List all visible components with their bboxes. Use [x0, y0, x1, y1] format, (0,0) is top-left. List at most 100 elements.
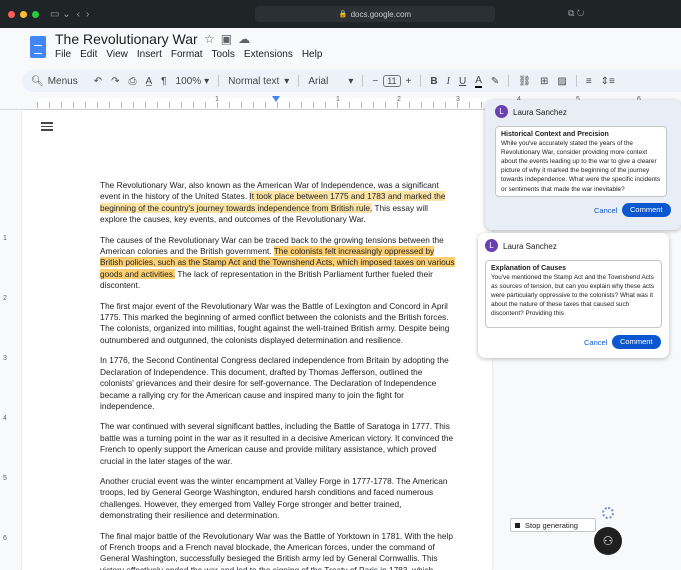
- paragraph: The Revolutionary War, also known as the…: [100, 180, 456, 226]
- menu-help[interactable]: Help: [302, 49, 323, 60]
- paint-format-icon[interactable]: ¶: [161, 76, 166, 87]
- search-menus-label[interactable]: Menus: [48, 76, 78, 87]
- chevron-down-icon: ▾: [284, 75, 290, 87]
- menu-insert[interactable]: Insert: [137, 49, 162, 60]
- assistant-button[interactable]: ⚇: [594, 527, 622, 555]
- paragraph: The first major event of the Revolutiona…: [100, 300, 450, 345]
- address-bar[interactable]: 🔒 docs.google.com: [255, 6, 495, 22]
- comment-body: While you've accurately stated the years…: [501, 140, 661, 193]
- paragraph: Another crucial event was the winter enc…: [100, 475, 448, 521]
- ruler-ticks: [37, 102, 492, 108]
- formatting-toolbar: 🔍︎ Menus ↶ ↷ ⎙ A̲ ¶ 100% ▾ Normal text ▾…: [22, 70, 681, 92]
- back-icon[interactable]: ‹: [77, 9, 80, 20]
- url-text: docs.google.com: [350, 9, 412, 19]
- vruler-number: 5: [3, 475, 7, 482]
- cancel-button[interactable]: Cancel: [594, 206, 617, 215]
- font-select[interactable]: Arial: [308, 76, 328, 87]
- maximize-window-button[interactable]: [32, 10, 39, 18]
- vruler-number: 1: [3, 235, 7, 242]
- cloud-saved-icon[interactable]: ☁: [238, 32, 256, 46]
- increase-font-size-icon[interactable]: +: [406, 76, 412, 87]
- menu-view[interactable]: View: [106, 49, 128, 60]
- indent-marker[interactable]: [272, 96, 280, 102]
- decrease-font-size-icon[interactable]: −: [372, 76, 378, 87]
- vruler-number: 2: [3, 295, 7, 302]
- comment-button[interactable]: Comment: [612, 335, 661, 349]
- lock-icon: 🔒: [338, 11, 348, 18]
- document-body[interactable]: The Revolutionary War, also known as the…: [100, 180, 456, 570]
- paragraph: The war continued with several significa…: [100, 421, 454, 466]
- ruler-number: 1: [215, 96, 219, 103]
- vruler-number: 6: [3, 535, 7, 542]
- comment-card[interactable]: L Laura Sanchez Historical Context and P…: [485, 100, 681, 230]
- vertical-ruler[interactable]: 1 2 3 4 5 6: [0, 110, 14, 570]
- comment-card[interactable]: L Laura Sanchez Explanation of Causes Yo…: [478, 233, 669, 358]
- toolbar-divider: [218, 75, 220, 87]
- chevron-down-icon: ▾: [348, 75, 354, 87]
- comment-author: Laura Sanchez: [513, 108, 567, 117]
- chevron-down-icon: ▾: [204, 75, 210, 87]
- toolbar-divider: [575, 75, 577, 87]
- docs-header: The Revolutionary War ☆▣☁ File Edit View…: [0, 28, 681, 70]
- toolbar-divider: [362, 75, 364, 87]
- spellcheck-icon[interactable]: A̲: [146, 76, 153, 87]
- paragraph-style-select[interactable]: Normal text: [228, 76, 279, 87]
- italic-button[interactable]: I: [447, 76, 450, 87]
- reload-icon[interactable]: ⧉ ↻: [568, 8, 585, 19]
- comment-text-field[interactable]: Explanation of Causes You've mentioned t…: [485, 260, 662, 328]
- link-icon[interactable]: ⛓︎: [518, 76, 531, 87]
- move-folder-icon[interactable]: ▣: [221, 32, 238, 46]
- docs-logo-icon[interactable]: [30, 36, 46, 58]
- redo-icon[interactable]: ↷: [111, 76, 119, 87]
- text-color-button[interactable]: A: [475, 75, 482, 88]
- assistant-icon: ⚇: [602, 534, 614, 548]
- align-icon[interactable]: ≡: [586, 76, 592, 87]
- underline-button[interactable]: U: [459, 76, 466, 87]
- add-comment-icon[interactable]: ⊞: [540, 76, 548, 87]
- ruler-number: 2: [397, 96, 401, 103]
- menu-file[interactable]: File: [55, 49, 71, 60]
- undo-icon[interactable]: ↶: [94, 76, 102, 87]
- toolbar-divider: [298, 75, 300, 87]
- vruler-number: 4: [3, 415, 7, 422]
- browser-window: ▭ ⌄ ‹ › 🔒 docs.google.com ⧉ ↻ The Revolu…: [0, 0, 681, 570]
- ruler-number: 1: [336, 96, 340, 103]
- loading-spinner-icon: [602, 507, 614, 519]
- stop-generating-button[interactable]: Stop generating: [510, 518, 596, 532]
- bold-button[interactable]: B: [430, 76, 437, 87]
- menu-edit[interactable]: Edit: [80, 49, 97, 60]
- vruler-number: 3: [3, 355, 7, 362]
- toolbar-divider: [420, 75, 422, 87]
- comment-button[interactable]: Comment: [622, 203, 671, 217]
- print-icon[interactable]: ⎙: [129, 76, 137, 87]
- star-icon[interactable]: ☆: [204, 32, 221, 46]
- comment-heading: Explanation of Causes: [491, 265, 567, 272]
- avatar: L: [495, 105, 508, 118]
- sidebar-icon[interactable]: ▭ ⌄: [50, 9, 71, 20]
- comment-text-field[interactable]: Historical Context and Precision While y…: [495, 126, 667, 197]
- highlight-icon[interactable]: ✎: [491, 76, 499, 87]
- document-title[interactable]: The Revolutionary War: [55, 31, 198, 47]
- paragraph: The final major battle of the Revolution…: [100, 530, 453, 570]
- menu-tools[interactable]: Tools: [212, 49, 235, 60]
- menu-bar: File Edit View Insert Format Tools Exten…: [55, 49, 322, 60]
- menu-extensions[interactable]: Extensions: [244, 49, 293, 60]
- line-spacing-icon[interactable]: ⇕≡: [601, 76, 615, 87]
- insert-image-icon[interactable]: ▨: [557, 76, 566, 87]
- minimize-window-button[interactable]: [20, 10, 27, 18]
- comment-heading: Historical Context and Precision: [501, 131, 609, 138]
- forward-icon[interactable]: ›: [86, 9, 89, 20]
- menu-format[interactable]: Format: [171, 49, 203, 60]
- comment-body: You've mentioned the Stamp Act and the T…: [491, 274, 655, 318]
- search-menus-icon[interactable]: 🔍︎: [31, 76, 44, 87]
- document-outline-icon[interactable]: [41, 122, 53, 131]
- avatar: L: [485, 239, 498, 252]
- document-page[interactable]: The Revolutionary War, also known as the…: [22, 110, 492, 570]
- font-size-input[interactable]: 11: [383, 75, 401, 87]
- zoom-select[interactable]: 100%: [176, 76, 202, 87]
- comment-author: Laura Sanchez: [503, 242, 557, 251]
- close-window-button[interactable]: [8, 10, 15, 18]
- paragraph: In 1776, the Second Continental Congress…: [100, 355, 449, 411]
- stop-generating-label: Stop generating: [525, 520, 578, 530]
- cancel-button[interactable]: Cancel: [584, 338, 607, 347]
